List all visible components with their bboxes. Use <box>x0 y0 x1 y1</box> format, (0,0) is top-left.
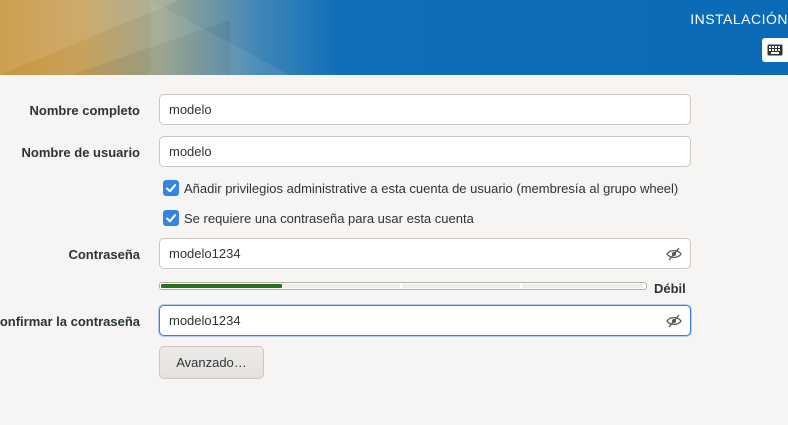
banner-art <box>150 0 290 75</box>
password-value: modelo1234 <box>169 246 241 261</box>
password-label: Contraseña <box>68 247 140 262</box>
require-password-checkbox[interactable] <box>163 210 179 226</box>
advanced-button[interactable]: Avanzado… <box>159 346 264 379</box>
checkmark-icon <box>166 184 177 193</box>
eye-slash-icon[interactable] <box>666 314 682 328</box>
username-value: modelo <box>169 144 212 159</box>
fullname-value: modelo <box>169 102 212 117</box>
admin-checkbox-label: Añadir privilegios administrative a esta… <box>184 181 679 196</box>
confirm-password-label: Confirmar la contraseña <box>0 314 140 329</box>
strength-segment <box>282 284 400 288</box>
header-banner: INSTALACIÓN <box>0 0 788 75</box>
fullname-input[interactable]: modelo <box>159 94 691 125</box>
username-label: Nombre de usuario <box>21 145 140 160</box>
eye-slash-icon[interactable] <box>666 247 682 261</box>
password-input[interactable]: modelo1234 <box>159 238 691 269</box>
password-strength-fill <box>161 284 282 288</box>
username-input[interactable]: modelo <box>159 136 691 167</box>
password-strength-label: Débil <box>654 281 686 296</box>
admin-checkbox[interactable] <box>163 180 179 196</box>
keyboard-icon <box>767 44 783 56</box>
password-strength-bar <box>159 282 647 290</box>
require-password-checkbox-label: Se requiere una contraseña para usar est… <box>184 211 474 226</box>
strength-segment <box>522 284 643 288</box>
confirm-password-value: modelo1234 <box>169 313 241 328</box>
installer-title: INSTALACIÓN <box>690 11 788 27</box>
strength-segment <box>402 284 520 288</box>
checkmark-icon <box>166 214 177 223</box>
keyboard-layout-indicator[interactable] <box>762 38 788 62</box>
confirm-password-input[interactable]: modelo1234 <box>159 305 691 336</box>
fullname-label: Nombre completo <box>29 103 140 118</box>
